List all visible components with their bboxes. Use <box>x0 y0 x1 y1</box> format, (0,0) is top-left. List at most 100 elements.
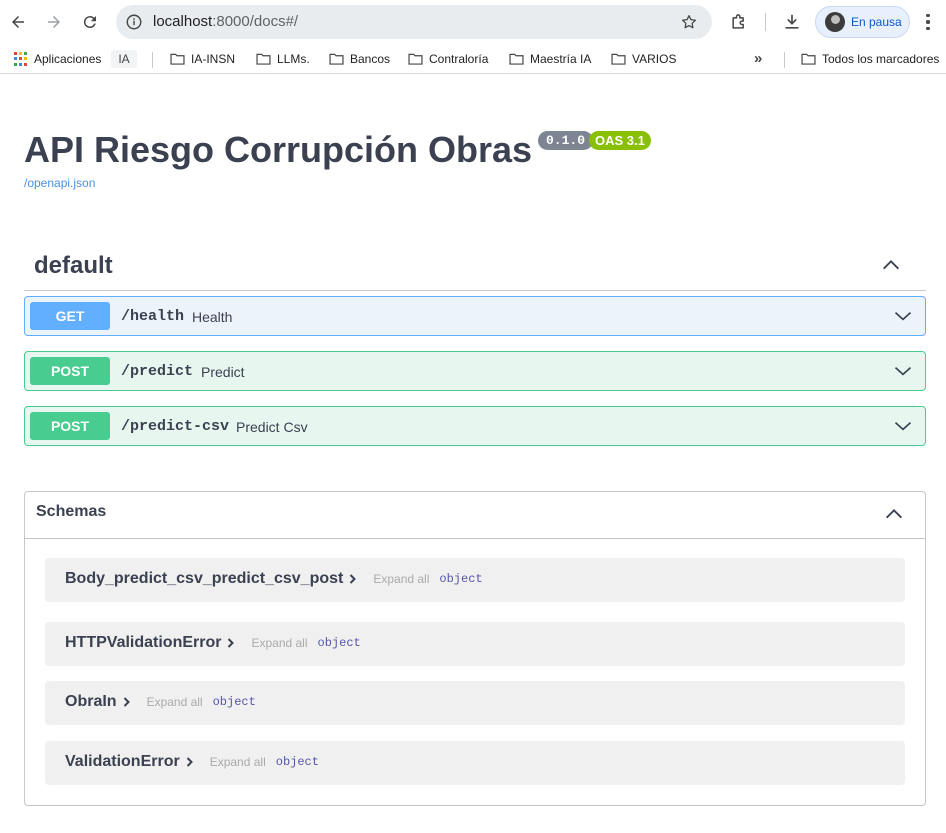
folder-icon <box>801 53 816 65</box>
url-text[interactable]: localhost:8000/docs#/ <box>153 13 298 30</box>
expand-all-link[interactable]: Expand all <box>210 755 266 769</box>
schema-name[interactable]: ValidationError <box>65 753 180 771</box>
bookmark-folder-all[interactable]: Todos los marcadores <box>801 51 939 67</box>
operation-summary: Predict Csv <box>236 419 308 435</box>
bookmark-folder-contraloria[interactable]: Contraloría <box>408 51 488 67</box>
operation-summary: Predict <box>201 364 245 380</box>
folder-icon <box>509 53 524 65</box>
method-badge: GET <box>30 302 110 330</box>
operation-post-predict-csv[interactable]: POST /predict-csv Predict Csv <box>24 406 926 446</box>
schemas-header[interactable]: Schemas <box>25 492 925 539</box>
back-button[interactable] <box>6 10 30 34</box>
tag-section-header[interactable]: default <box>24 244 926 291</box>
puzzle-icon <box>732 14 744 29</box>
schema-row: ValidationError Expand all object <box>65 753 319 771</box>
method-badge: POST <box>30 412 110 440</box>
schema-model[interactable]: HTTPValidationError Expand all object <box>45 622 905 666</box>
bookmark-apps[interactable]: Aplicaciones <box>14 51 101 67</box>
schema-model[interactable]: ValidationError Expand all object <box>45 741 905 785</box>
schema-row: Body_predict_csv_predict_csv_post Expand… <box>65 570 483 588</box>
operation-get-health[interactable]: GET /health Health <box>24 296 926 336</box>
bookmark-star-icon[interactable] <box>680 13 698 31</box>
profile-status-label: En pausa <box>851 15 902 29</box>
bookmark-divider <box>784 52 785 68</box>
bookmark-divider <box>152 52 153 68</box>
schema-row: ObraIn Expand all object <box>65 693 256 711</box>
bookmark-label: VARIOS <box>632 52 677 66</box>
schema-model[interactable]: ObraIn Expand all object <box>45 681 905 725</box>
site-info-icon[interactable] <box>124 12 144 32</box>
bookmark-folder-maestria-ia[interactable]: Maestría IA <box>509 51 591 67</box>
forward-button[interactable] <box>42 10 66 34</box>
chevron-down-icon[interactable] <box>893 416 913 436</box>
bookmark-folder-llms[interactable]: LLMs. <box>256 51 310 67</box>
downloads-button[interactable] <box>781 11 803 33</box>
page-title: API Riesgo Corrupción Obras <box>24 129 533 170</box>
schema-type: object <box>439 572 483 586</box>
download-icon <box>785 14 799 29</box>
avatar <box>825 12 845 32</box>
schema-row: HTTPValidationError Expand all object <box>65 634 361 652</box>
kebab-menu-icon <box>926 13 930 18</box>
url-path: :8000/docs#/ <box>212 13 299 30</box>
chevron-right-icon[interactable] <box>347 573 359 585</box>
bookmark-apps-label: Aplicaciones <box>34 52 102 66</box>
chevron-up-icon[interactable] <box>883 503 905 525</box>
bookmark-folder-varios[interactable]: VARIOS <box>611 51 676 67</box>
schemas-section: Schemas Body_predict_csv_predict_csv_pos… <box>24 491 926 806</box>
bookmark-label: Contraloría <box>429 52 489 66</box>
method-badge: POST <box>30 357 110 385</box>
bookmark-label: Maestría IA <box>530 52 592 66</box>
chevron-right-icon[interactable] <box>121 696 133 708</box>
operation-path: /predict <box>121 363 194 380</box>
oas-badge: OAS 3.1 <box>589 131 651 150</box>
chevron-down-icon[interactable] <box>893 361 913 381</box>
expand-all-link[interactable]: Expand all <box>251 636 307 650</box>
operation-path: /health <box>121 308 185 325</box>
operation-path: /predict-csv <box>121 418 230 435</box>
folder-icon <box>611 53 626 65</box>
openapi-spec-link[interactable]: /openapi.json <box>24 176 95 190</box>
expand-all-link[interactable]: Expand all <box>373 572 429 586</box>
bookmark-folder-bancos[interactable]: Bancos <box>329 51 390 67</box>
version-badge: 0.1.0 <box>538 131 594 150</box>
apps-grid-icon <box>14 52 28 66</box>
extensions-button[interactable] <box>728 11 750 33</box>
chevron-down-icon[interactable] <box>893 306 913 326</box>
chevron-right-icon[interactable] <box>184 756 196 768</box>
folder-icon <box>256 53 271 65</box>
address-bar[interactable]: localhost:8000/docs#/ <box>116 5 712 39</box>
folder-icon <box>408 53 423 65</box>
expand-all-link[interactable]: Expand all <box>147 695 203 709</box>
bookmark-folder-ia-insn[interactable]: IA-INSN <box>170 51 235 67</box>
schema-name[interactable]: ObraIn <box>65 693 117 711</box>
schema-name[interactable]: HTTPValidationError <box>65 634 221 652</box>
reload-icon <box>83 16 96 29</box>
tag-name: default <box>34 252 113 279</box>
folder-icon <box>329 53 344 65</box>
folder-icon <box>170 53 185 65</box>
bookmark-label: IA-INSN <box>191 52 236 66</box>
schema-type: object <box>212 695 256 709</box>
bookmark-label: Bancos <box>350 52 391 66</box>
browser-toolbar: localhost:8000/docs#/ En pausa <box>0 0 946 44</box>
url-host: localhost <box>153 13 213 30</box>
bookmarks-overflow-button[interactable]: » <box>754 50 762 67</box>
schema-type: object <box>275 755 319 769</box>
toolbar-divider <box>765 13 766 31</box>
chevron-right-icon[interactable] <box>225 637 237 649</box>
schemas-title: Schemas <box>36 503 107 520</box>
profile-button[interactable]: En pausa <box>815 6 910 38</box>
operation-summary: Health <box>192 309 233 325</box>
schema-name[interactable]: Body_predict_csv_predict_csv_post <box>65 570 343 588</box>
arrow-right-icon <box>48 16 60 28</box>
browser-menu-button[interactable] <box>920 11 936 33</box>
schema-type: object <box>317 636 361 650</box>
arrow-left-icon <box>12 16 24 28</box>
bookmark-ia[interactable]: IA <box>111 50 137 68</box>
reload-button[interactable] <box>78 10 102 34</box>
operation-post-predict[interactable]: POST /predict Predict <box>24 351 926 391</box>
schema-model[interactable]: Body_predict_csv_predict_csv_post Expand… <box>45 558 905 602</box>
chevron-up-icon[interactable] <box>880 254 902 276</box>
bookmark-label: LLMs. <box>277 52 310 66</box>
